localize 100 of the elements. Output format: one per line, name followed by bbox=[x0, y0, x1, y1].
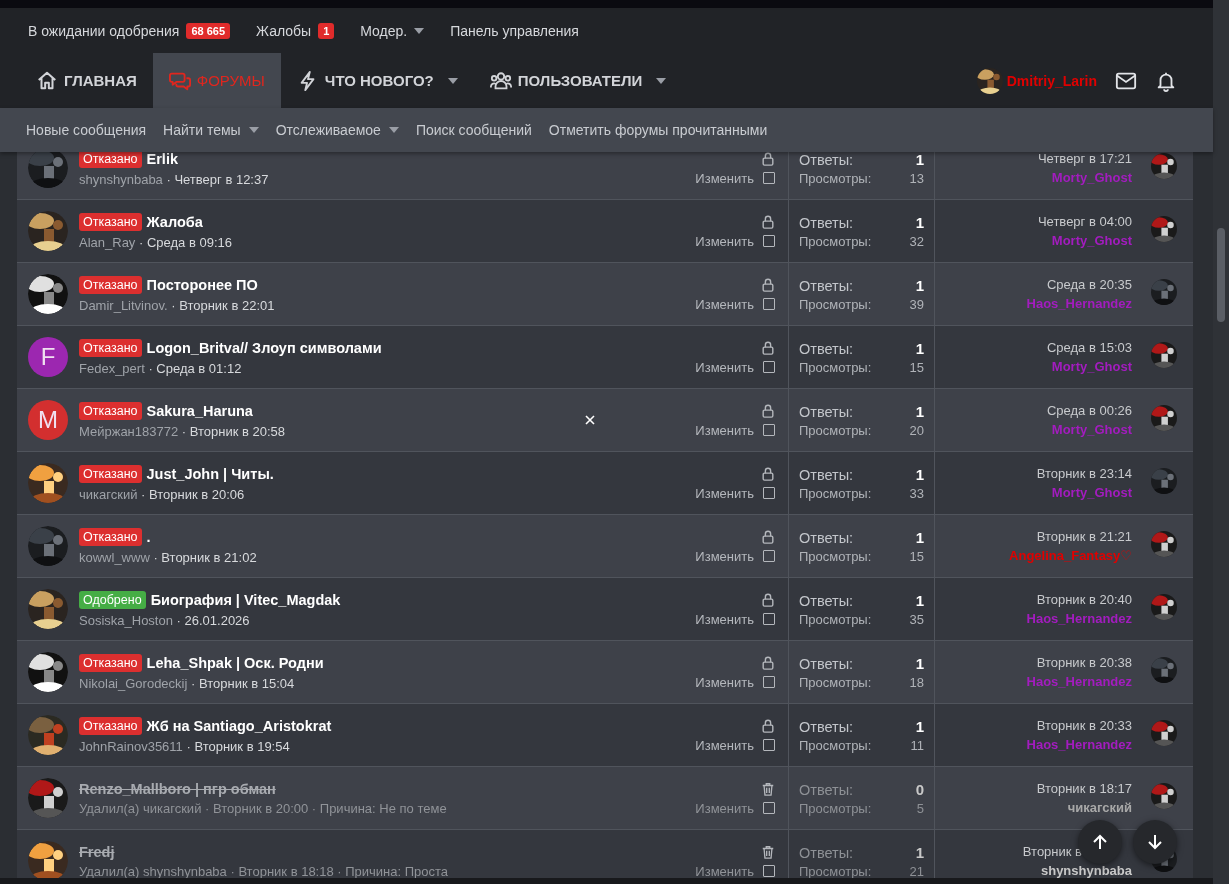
replies-label: Ответы: bbox=[799, 152, 854, 168]
edit-link[interactable]: Изменить bbox=[695, 548, 754, 564]
replies-count: 1 bbox=[915, 528, 924, 546]
views-label: Просмотры: bbox=[799, 611, 872, 627]
last-poster-name[interactable]: shynshynbaba bbox=[1040, 863, 1132, 878]
checkbox[interactable] bbox=[763, 424, 775, 436]
nav-tab[interactable]: ПОЛЬЗОВАТЕЛИ bbox=[473, 53, 683, 108]
last-post-date[interactable]: Вторник в 23:14 bbox=[1036, 466, 1132, 481]
caret-icon bbox=[388, 127, 399, 133]
thread-title[interactable]: Renzo_Mallboro | пгр обман bbox=[79, 780, 276, 797]
views-count: 5 bbox=[916, 800, 924, 816]
edit-link[interactable]: Изменить bbox=[695, 422, 754, 438]
edit-link[interactable]: Изменить bbox=[695, 800, 754, 816]
arrow-up-icon bbox=[1092, 834, 1108, 850]
checkbox[interactable] bbox=[763, 550, 775, 562]
last-post-date[interactable]: Вторник в 20:33 bbox=[1036, 718, 1132, 733]
edit-link[interactable]: Изменить bbox=[695, 233, 754, 249]
thread-title[interactable]: Just_John | Читы. bbox=[146, 465, 274, 482]
edit-link[interactable]: Изменить bbox=[695, 485, 754, 501]
last-post-date[interactable]: Среда в 20:35 bbox=[1046, 277, 1132, 292]
thread-title[interactable]: Leha_Shpak | Оск. Родни bbox=[146, 654, 324, 671]
sub-nav-link[interactable]: Новые сообщения bbox=[26, 122, 147, 138]
count-badge: 1 bbox=[318, 22, 335, 39]
last-post-date[interactable]: Четверг в 04:00 bbox=[1037, 214, 1132, 229]
views-label: Просмотры: bbox=[799, 863, 872, 878]
thread-title[interactable]: Erlik bbox=[146, 152, 178, 167]
views-label: Просмотры: bbox=[799, 737, 872, 753]
top-link[interactable]: Панель управления bbox=[450, 22, 579, 39]
last-post-date[interactable]: Вторник в bbox=[1022, 844, 1082, 859]
lock-icon bbox=[761, 339, 775, 356]
sub-nav-link[interactable]: Отслеживаемое bbox=[275, 122, 399, 138]
status-label: Отказано bbox=[79, 716, 142, 735]
caret-icon bbox=[656, 77, 667, 84]
last-post-date[interactable]: Вторник в 20:38 bbox=[1036, 655, 1132, 670]
nav-tab[interactable]: ГЛАВНАЯ bbox=[20, 53, 153, 108]
last-poster-name[interactable]: чикагский bbox=[1067, 800, 1132, 815]
replies-count: 1 bbox=[915, 717, 924, 735]
thread-meta: Удалил(а) shynshynbaba · Вторник в 18:18 · Причина: Проста bbox=[79, 863, 450, 878]
edit-link[interactable]: Изменить bbox=[695, 611, 754, 627]
lock-icon bbox=[761, 528, 775, 545]
close-icon[interactable] bbox=[585, 415, 595, 425]
edit-link[interactable]: Изменить bbox=[695, 296, 754, 312]
thread-title[interactable]: . bbox=[146, 528, 151, 545]
thread-title[interactable]: Биография | Vitec_Magdak bbox=[150, 591, 341, 608]
replies-count: 1 bbox=[915, 339, 924, 357]
checkbox[interactable] bbox=[763, 676, 775, 688]
sub-nav-link[interactable]: Отметить форумы прочитанными bbox=[548, 122, 768, 138]
views-count: 11 bbox=[910, 737, 924, 753]
last-post-date[interactable]: Вторник в 20:40 bbox=[1036, 592, 1132, 607]
views-count: 13 bbox=[909, 170, 924, 186]
replies-count: 1 bbox=[915, 654, 924, 672]
checkbox[interactable] bbox=[763, 865, 775, 877]
thread-title[interactable]: Sakura_Haruna bbox=[146, 402, 253, 419]
checkbox[interactable] bbox=[763, 298, 775, 310]
last-post-date[interactable]: Среда в 00:26 bbox=[1046, 403, 1132, 418]
last-post-date[interactable]: Вторник в 18:17 bbox=[1036, 781, 1132, 796]
top-link[interactable]: Модер. bbox=[360, 22, 425, 39]
thread-title[interactable]: Жб на Santiago_Aristokrat bbox=[146, 717, 332, 734]
thread-meta: Мейржан183772 · Вторник в 20:58 bbox=[79, 423, 287, 439]
count-badge: 68 665 bbox=[186, 22, 231, 39]
sub-nav-link[interactable]: Найти темы bbox=[163, 122, 259, 138]
checkbox[interactable] bbox=[763, 802, 775, 814]
edit-link[interactable]: Изменить bbox=[695, 674, 754, 690]
replies-count: 1 bbox=[915, 213, 924, 231]
checkbox[interactable] bbox=[763, 235, 775, 247]
top-link[interactable]: В ожидании одобрения 68 665 bbox=[28, 22, 231, 39]
thread-title[interactable]: Logon_Britva// Злоуп символами bbox=[146, 339, 382, 356]
thread-meta: Fedex_pert · Среда в 01:12 bbox=[79, 360, 243, 376]
thread-title[interactable]: Жалоба bbox=[146, 213, 203, 230]
sub-nav-link[interactable]: Поиск сообщений bbox=[415, 122, 532, 138]
status-label: Отказано bbox=[79, 401, 142, 420]
views-count: 15 bbox=[909, 359, 924, 375]
edit-link[interactable]: Изменить bbox=[695, 359, 754, 375]
views-label: Просмотры: bbox=[799, 359, 872, 375]
top-link[interactable]: Жалобы 1 bbox=[256, 22, 335, 39]
replies-label: Ответы: bbox=[799, 277, 854, 294]
caret-icon bbox=[447, 77, 458, 84]
status-label: Отказано bbox=[79, 464, 142, 483]
thread-title[interactable]: Посторонее ПО bbox=[146, 276, 258, 293]
status-label: Отказано bbox=[79, 152, 142, 168]
edit-link[interactable]: Изменить bbox=[695, 737, 754, 753]
lock-icon bbox=[761, 402, 775, 419]
nav-tab[interactable]: ЧТО НОВОГО? bbox=[280, 53, 474, 108]
edit-link[interactable]: Изменить bbox=[695, 863, 754, 878]
checkbox[interactable] bbox=[763, 487, 775, 499]
views-count: 18 bbox=[909, 674, 924, 690]
edit-link[interactable]: Изменить bbox=[695, 170, 754, 186]
last-post-date[interactable]: Четверг в 17:21 bbox=[1037, 152, 1132, 166]
last-post-date[interactable]: Среда в 15:03 bbox=[1046, 340, 1132, 355]
views-label: Просмотры: bbox=[799, 233, 872, 249]
user-account-link[interactable]: Dmitriy_Larin bbox=[976, 67, 1097, 94]
checkbox[interactable] bbox=[763, 172, 775, 184]
checkbox[interactable] bbox=[763, 361, 775, 373]
caret-icon bbox=[414, 27, 425, 34]
scrollbar[interactable] bbox=[1213, 0, 1229, 884]
checkbox[interactable] bbox=[763, 739, 775, 751]
views-count: 15 bbox=[909, 548, 924, 564]
last-post-date[interactable]: Вторник в 21:21 bbox=[1036, 529, 1132, 544]
thread-title[interactable]: Fredj bbox=[79, 843, 115, 860]
checkbox[interactable] bbox=[763, 613, 775, 625]
